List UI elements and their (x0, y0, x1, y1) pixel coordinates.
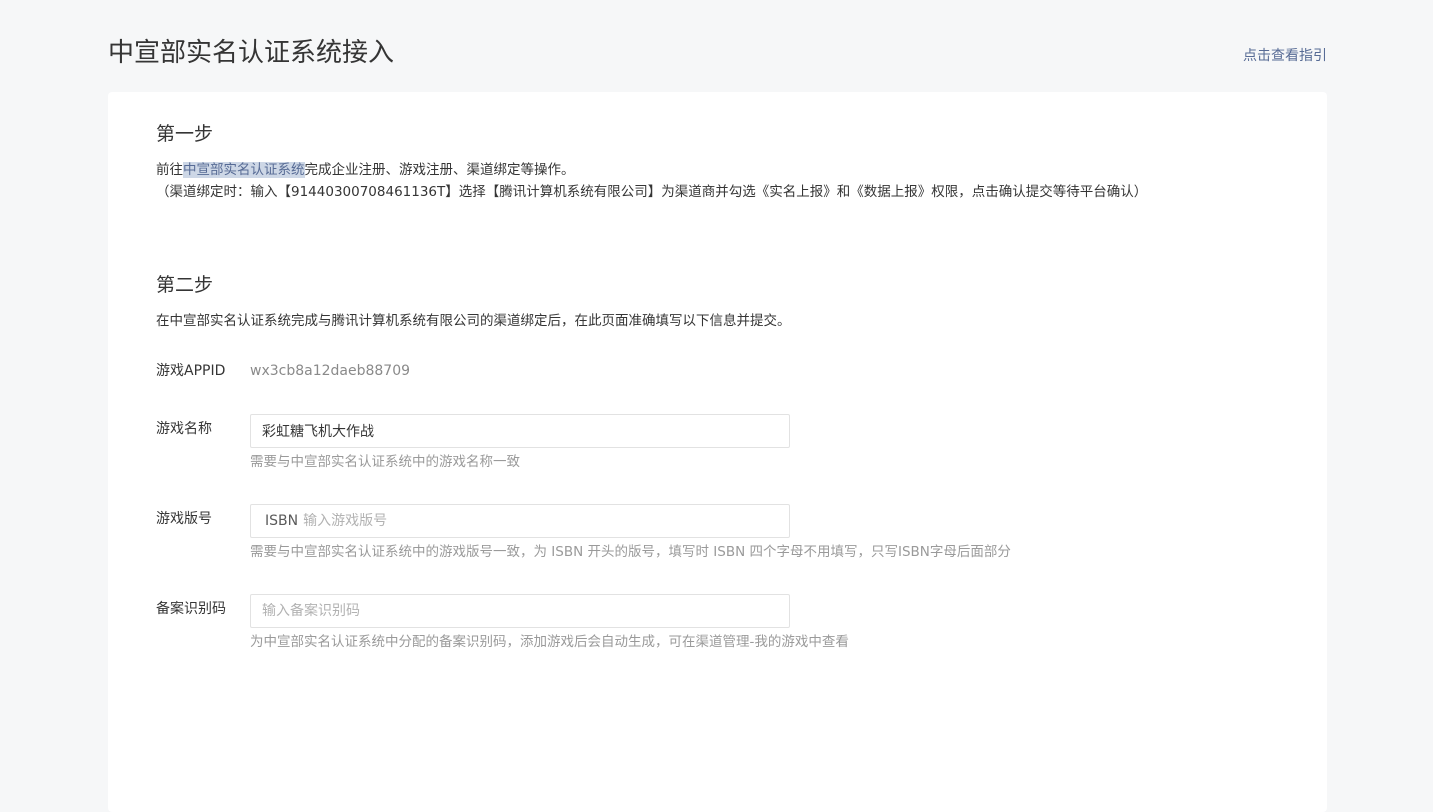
appid-value: wx3cb8a12daeb88709 (250, 363, 411, 379)
realname-system-link[interactable]: 中宣部实名认证系统 (183, 162, 305, 178)
record-code-input[interactable] (262, 603, 778, 619)
record-code-field[interactable] (250, 594, 790, 628)
page-title: 中宣部实名认证系统接入 (108, 38, 395, 68)
record-code-label: 备案识别码 (156, 601, 226, 617)
game-version-field[interactable]: ISBN (250, 504, 790, 538)
content-card: 第一步 前往中宣部实名认证系统完成企业注册、游戏注册、渠道绑定等操作。 （渠道绑… (108, 92, 1327, 812)
game-version-input[interactable] (303, 513, 778, 529)
step1-prefix: 前往 (156, 162, 183, 178)
page-header: 中宣部实名认证系统接入 点击查看指引 (108, 36, 1327, 72)
game-name-hint: 需要与中宣部实名认证系统中的游戏名称一致 (250, 454, 520, 470)
step1-title: 第一步 (156, 123, 214, 145)
step2-desc: 在中宣部实名认证系统完成与腾讯计算机系统有限公司的渠道绑定后，在此页面准确填写以… (156, 313, 791, 329)
game-version-label: 游戏版号 (156, 511, 212, 527)
step2-title: 第二步 (156, 274, 214, 296)
step1-instruction: 前往中宣部实名认证系统完成企业注册、游戏注册、渠道绑定等操作。 (156, 159, 575, 181)
appid-label: 游戏APPID (156, 363, 226, 379)
game-name-field[interactable] (250, 414, 790, 448)
game-name-label: 游戏名称 (156, 421, 212, 437)
step1-channel-note: （渠道绑定时：输入【91440300708461136T】选择【腾讯计算机系统有… (156, 184, 1148, 200)
game-name-input[interactable] (262, 423, 778, 439)
record-code-hint: 为中宣部实名认证系统中分配的备案识别码，添加游戏后会自动生成，可在渠道管理-我的… (250, 634, 849, 650)
guide-link[interactable]: 点击查看指引 (1243, 46, 1327, 66)
isbn-prefix: ISBN (265, 513, 299, 529)
game-version-hint: 需要与中宣部实名认证系统中的游戏版号一致，为 ISBN 开头的版号，填写时 IS… (250, 544, 1011, 560)
step1-suffix: 完成企业注册、游戏注册、渠道绑定等操作。 (304, 162, 575, 178)
